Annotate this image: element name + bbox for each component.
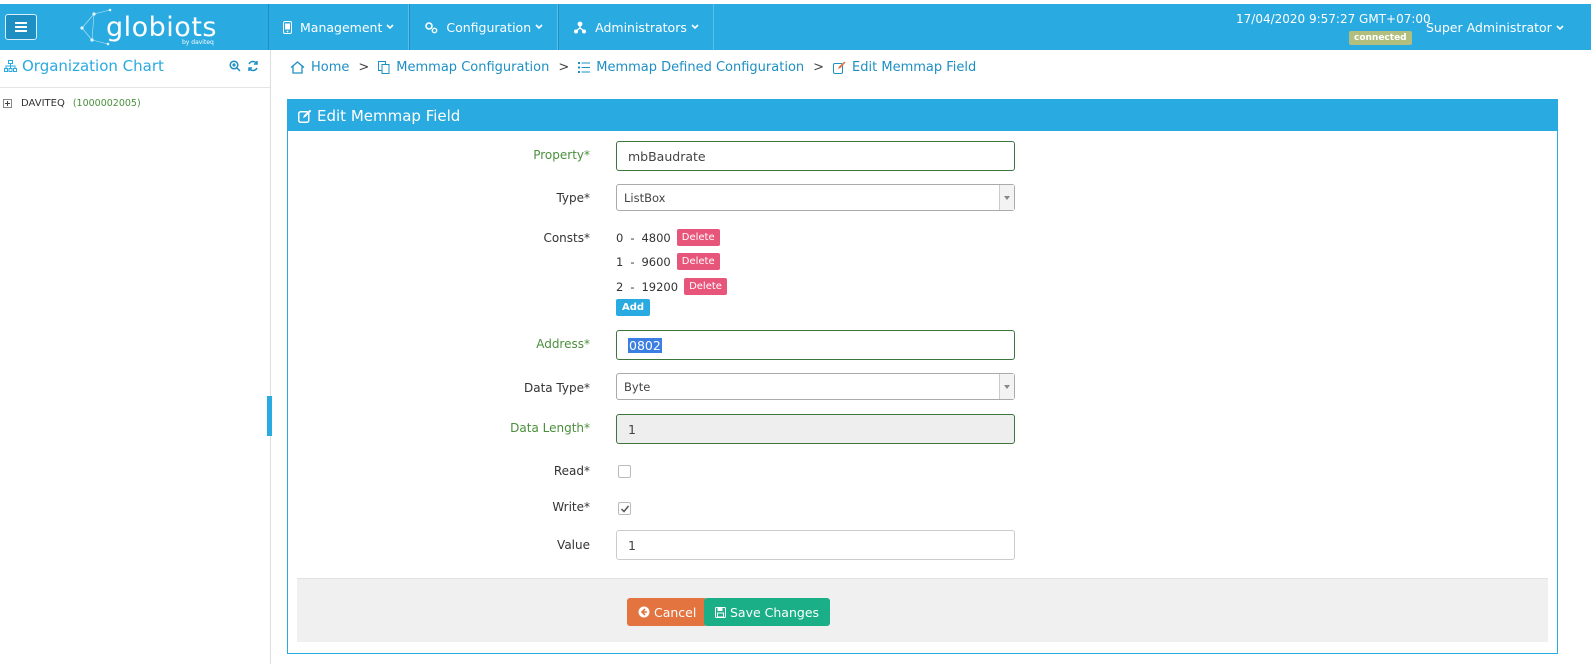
const-item: 1 - 9600 Delete [616,253,720,270]
gears-icon [425,21,438,33]
chevron-down-icon [386,24,394,30]
menu-toggle-button[interactable] [5,14,37,40]
breadcrumb-memmap-configuration-label: Memmap Configuration [396,60,550,75]
data-type-select-value: Byte [624,379,651,394]
edit-memmap-panel: Edit Memmap Field Property* mbBaudrate T… [287,99,1558,654]
property-input[interactable]: mbBaudrate [616,141,1015,171]
breadcrumb-home-label: Home [311,60,350,75]
top-navbar: globiots by daviteq Management Configura… [0,4,1591,50]
nav-configuration-label: Configuration [446,19,532,35]
home-icon [290,61,305,74]
value-input[interactable]: 1 [616,530,1015,560]
delete-const-button[interactable]: Delete [684,278,727,295]
zoom-in-icon[interactable] [229,60,241,72]
consts-label: Consts* [543,231,590,245]
nav-management-label: Management [300,19,383,35]
breadcrumb-memmap-defined[interactable]: Memmap Defined Configuration [578,60,804,75]
read-checkbox[interactable] [618,465,631,478]
edit-icon [298,109,312,123]
value-label: Value [557,538,590,552]
data-length-input: 1 [616,414,1015,444]
checkmark-icon [620,505,630,513]
sidebar-header: Organization Chart [0,50,270,88]
delete-const-button[interactable]: Delete [676,253,720,270]
const-key: 2 [616,279,624,294]
breadcrumb-memmap-configuration[interactable]: Memmap Configuration [378,60,549,75]
edit-icon [833,61,846,74]
data-length-label: Data Length* [510,421,590,435]
main-menu: Management Configuration Administrators [268,4,714,50]
tree-node-label: DAVITEQ [21,98,65,109]
hamburger-icon [15,22,27,32]
breadcrumb-separator: > [813,60,825,75]
data-type-select[interactable]: Byte [616,373,1015,400]
const-item: 0 - 4800 Delete [616,229,720,246]
const-value: 4800 [641,230,671,245]
phone-device-icon [283,20,292,34]
dropdown-caret-icon [999,374,1014,399]
org-chart-icon [4,60,17,72]
breadcrumb-edit-memmap-field: Edit Memmap Field [833,60,976,75]
breadcrumb: Home > Memmap Configuration > Memmap Def… [290,60,976,75]
cancel-button-label: Cancel [654,604,697,620]
sitemap-icon [574,21,587,33]
property-label: Property* [533,148,590,162]
sidebar-title: Organization Chart [22,57,164,75]
logo-subtext: by daviteq [182,39,214,46]
user-menu[interactable]: Super Administrator [1426,20,1564,35]
nav-configuration[interactable]: Configuration [409,4,559,50]
app-logo[interactable]: globiots by daviteq [78,6,228,48]
cancel-button[interactable]: Cancel [627,598,708,626]
dropdown-caret-icon [999,185,1014,210]
const-value: 9600 [641,254,671,269]
breadcrumb-home[interactable]: Home [290,60,349,75]
refresh-icon[interactable] [247,60,259,72]
form-actions: Cancel Save Changes [297,578,1548,642]
breadcrumb-edit-memmap-field-label: Edit Memmap Field [852,60,977,75]
arrow-circle-left-icon [638,606,650,618]
type-label: Type* [556,191,590,205]
type-select[interactable]: ListBox [616,184,1015,211]
const-key: 0 [616,230,624,245]
save-changes-button-label: Save Changes [730,604,820,620]
delete-const-button[interactable]: Delete [676,229,720,246]
sidebar-resize-handle[interactable] [267,396,272,436]
save-changes-button[interactable]: Save Changes [704,598,831,626]
connection-status-badge: connected [1349,31,1412,45]
user-name: Super Administrator [1426,20,1552,35]
write-checkbox[interactable] [618,502,631,515]
chevron-down-icon [1556,24,1564,30]
chevron-down-icon [691,24,699,30]
copy-icon [378,61,390,74]
chevron-down-icon [535,24,543,30]
address-input-value: 0802 [628,337,662,353]
nav-management[interactable]: Management [268,4,410,50]
nav-administrators-label: Administrators [595,19,687,35]
tree-node[interactable]: DAVITEQ (1000002005) [3,98,141,109]
panel-title: Edit Memmap Field [317,106,461,125]
const-item: 2 - 19200 Delete [616,278,727,295]
panel-header: Edit Memmap Field [288,100,1557,131]
sidebar: Organization Chart DAVITEQ (1000002005) [0,50,271,664]
breadcrumb-memmap-defined-label: Memmap Defined Configuration [596,60,805,75]
breadcrumb-separator: > [358,60,370,75]
address-input[interactable]: 0802 [616,330,1015,360]
address-label: Address* [536,337,590,351]
write-label: Write* [552,500,590,514]
breadcrumb-separator: > [558,60,570,75]
list-icon [578,62,591,73]
data-type-label: Data Type* [523,381,590,395]
add-const-button[interactable]: Add [616,299,651,316]
floppy-disk-icon [715,606,726,618]
tree-node-code: (1000002005) [72,98,141,109]
read-label: Read* [553,464,590,478]
nav-administrators[interactable]: Administrators [558,4,714,50]
type-select-value: ListBox [624,190,666,205]
tree-expand-icon[interactable] [3,99,12,108]
server-datetime: 17/04/2020 9:57:27 GMT+07:00 [1236,12,1431,26]
const-value: 19200 [641,279,679,294]
const-key: 1 [616,254,624,269]
